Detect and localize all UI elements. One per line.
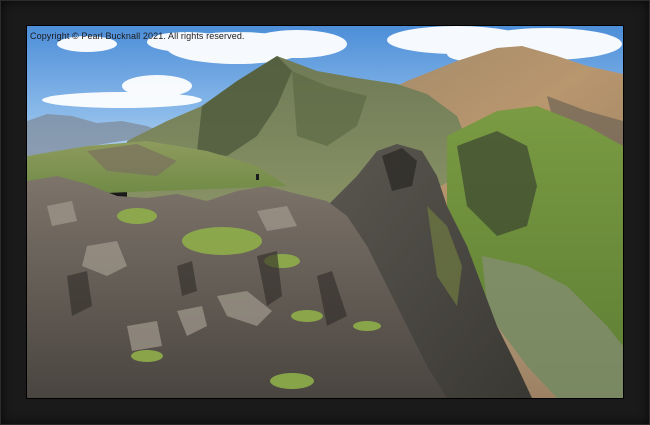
framed-photo: Copyright © Pearl Bucknall 2021. All rig…: [27, 26, 623, 398]
mountain-landscape-image: [27, 26, 623, 398]
picture-frame: Copyright © Pearl Bucknall 2021. All rig…: [0, 0, 650, 425]
hiker-figure: [256, 174, 259, 180]
copyright-watermark: Copyright © Pearl Bucknall 2021. All rig…: [30, 31, 245, 41]
